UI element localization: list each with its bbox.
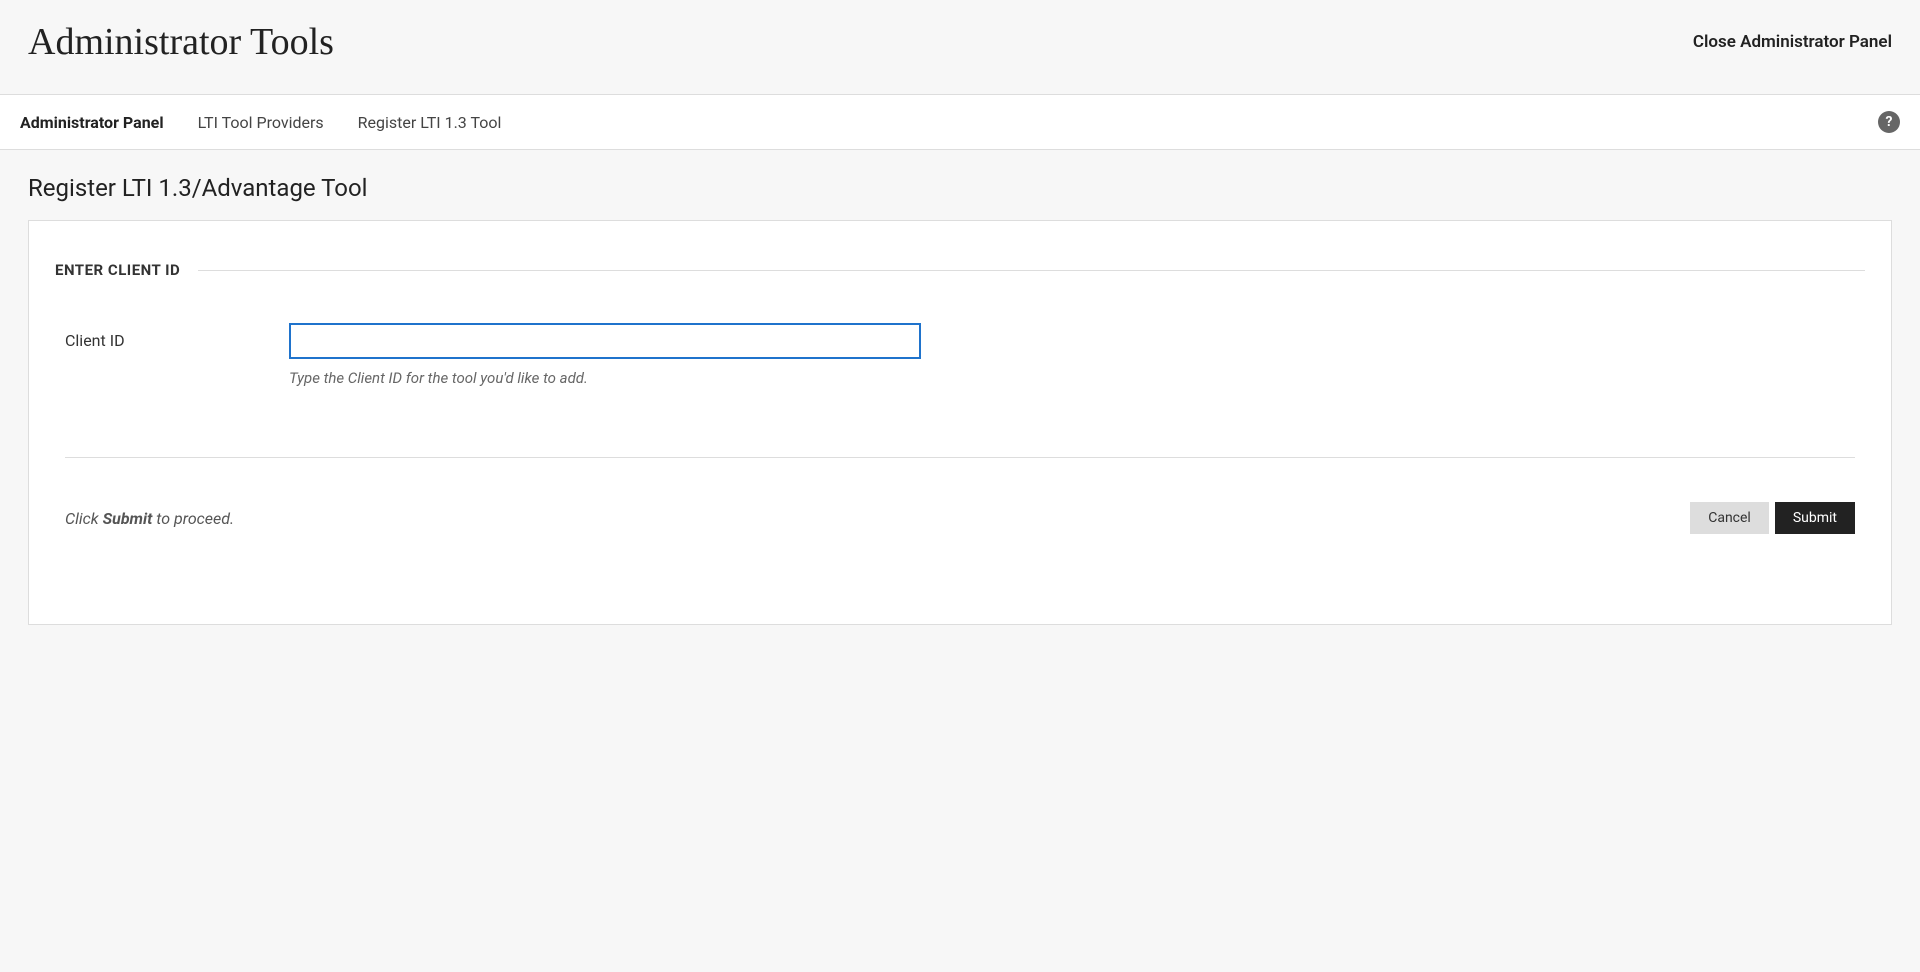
page-title: Register LTI 1.3/Advantage Tool — [28, 174, 1892, 202]
footer-hint-strong: Submit — [103, 509, 153, 528]
client-id-field-column: Type the Client ID for the tool you'd li… — [289, 323, 921, 387]
form-row-client-id: Client ID Type the Client ID for the too… — [55, 323, 1865, 387]
breadcrumb: Administrator Panel LTI Tool Providers R… — [20, 113, 501, 132]
header-bar: Administrator Tools Close Administrator … — [0, 0, 1920, 95]
footer-hint: Click Submit to proceed. — [65, 509, 234, 528]
cancel-button[interactable]: Cancel — [1690, 502, 1769, 534]
footer-row: Click Submit to proceed. Cancel Submit — [55, 502, 1865, 534]
section-divider-line — [198, 270, 1865, 271]
footer-hint-suffix: to proceed. — [152, 509, 234, 528]
client-id-input[interactable] — [289, 323, 921, 359]
page-title-section: Register LTI 1.3/Advantage Tool — [0, 150, 1920, 220]
section-header: ENTER CLIENT ID — [55, 261, 198, 279]
section-header-row: ENTER CLIENT ID — [55, 261, 1865, 279]
footer-hint-prefix: Click — [65, 509, 103, 528]
button-group: Cancel Submit — [1690, 502, 1855, 534]
breadcrumb-item-admin-panel[interactable]: Administrator Panel — [20, 113, 164, 132]
client-id-hint: Type the Client ID for the tool you'd li… — [289, 369, 921, 387]
content-box: ENTER CLIENT ID Client ID Type the Clien… — [28, 220, 1892, 625]
header-title: Administrator Tools — [28, 20, 334, 64]
breadcrumb-item-register-lti-tool[interactable]: Register LTI 1.3 Tool — [358, 113, 502, 132]
breadcrumb-bar: Administrator Panel LTI Tool Providers R… — [0, 95, 1920, 150]
form-divider — [65, 457, 1855, 458]
close-admin-panel-link[interactable]: Close Administrator Panel — [1693, 32, 1892, 52]
help-icon[interactable]: ? — [1878, 111, 1900, 133]
breadcrumb-item-lti-tool-providers[interactable]: LTI Tool Providers — [198, 113, 324, 132]
client-id-label: Client ID — [65, 323, 289, 350]
submit-button[interactable]: Submit — [1775, 502, 1855, 534]
